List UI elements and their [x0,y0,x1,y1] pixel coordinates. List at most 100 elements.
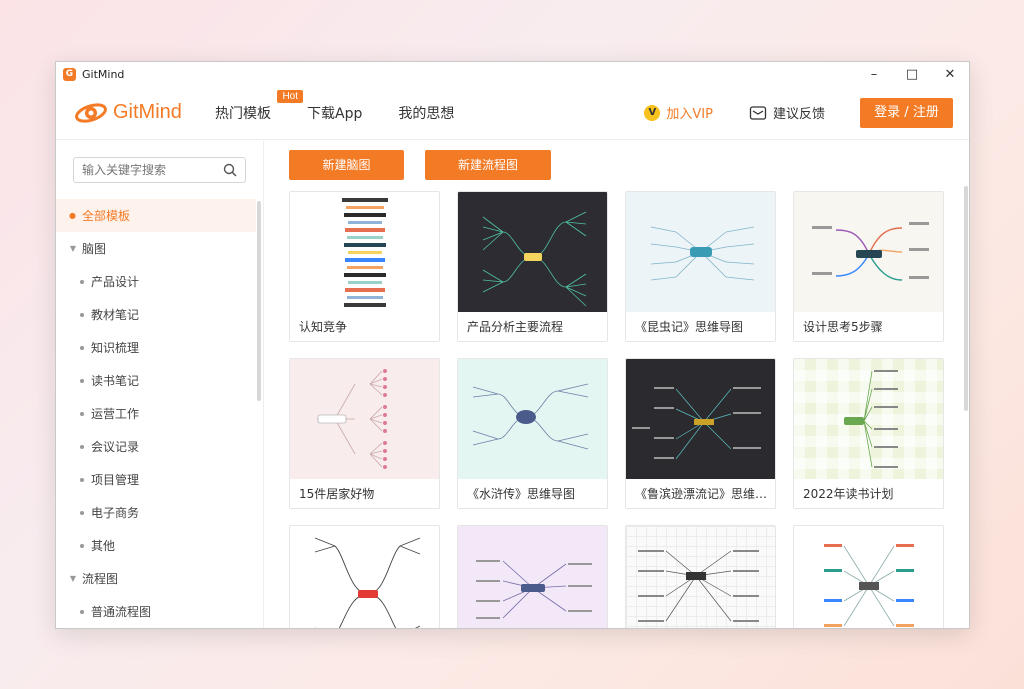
template-thumbnail [626,192,775,312]
search-box[interactable] [73,157,246,183]
sidebar-item-label: 普通流程图 [91,605,152,619]
nav-hot-templates[interactable]: 热门模板 Hot [215,89,303,123]
feedback-icon [749,105,767,120]
template-thumbnail [290,359,439,479]
vip-icon: V [644,104,661,121]
bullet-icon [80,477,84,482]
nav-label: 我的思想 [398,105,455,122]
sidebar-item-reading-notes[interactable]: 读书笔记 [56,364,263,397]
close-button[interactable]: ✕ [931,62,969,86]
sidebar-item-ecommerce[interactable]: 电子商务 [56,496,263,529]
sidebar-item-label: 全部模板 [82,209,131,223]
template-thumbnail [458,192,607,312]
sidebar-item-label: 会议记录 [91,440,140,454]
sidebar-item-label: 运营工作 [91,407,140,421]
template-card[interactable]: 《水浒传》思维导图 [457,358,608,509]
template-card[interactable] [625,525,776,628]
nav-download-app[interactable]: 下载App [307,103,362,123]
new-mindmap-button[interactable]: 新建脑图 [289,150,404,180]
template-gallery: 新建脑图 新建流程图 认知竞争 产品分析主要流程 《昆虫记》思维导图 设计思考5… [264,141,969,628]
sidebar-item-all-templates[interactable]: ● 全部模板 [56,199,256,232]
window-title: GitMind [82,67,125,81]
bullet-icon [80,609,84,614]
title-bar: G GitMind – □ ✕ [56,62,969,86]
sidebar-item-label: 其他 [91,539,116,553]
new-flowchart-button[interactable]: 新建流程图 [425,150,551,180]
sidebar: ● 全部模板 ▼ 脑图 产品设计 教材笔记 知识梳理 [56,141,264,628]
sidebar-item-project-mgmt[interactable]: 项目管理 [56,463,263,496]
template-thumbnail [458,526,607,628]
template-title: 产品分析主要流程 [467,320,564,334]
sidebar-item-label: 脑图 [82,242,107,256]
sidebar-item-basic-flowchart[interactable]: 普通流程图 [56,595,263,628]
bullet-icon [80,378,84,383]
bullet-icon [80,312,84,317]
bullet-icon [80,345,84,350]
nav-label: 下载App [307,105,363,122]
caret-down-icon: ▼ [69,574,76,583]
template-card[interactable]: 产品分析主要流程 [457,191,608,342]
template-thumbnail [290,192,439,312]
template-title: 《昆虫记》思维导图 [635,320,744,334]
sidebar-item-label: 产品设计 [91,275,140,289]
minimize-button[interactable]: – [855,62,893,86]
sidebar-item-label: 流程图 [82,572,119,586]
bullet-icon: ● [69,211,76,220]
template-thumbnail [626,359,775,479]
feedback-label: 建议反馈 [772,107,825,122]
template-title: 15件居家好物 [299,487,375,501]
sidebar-item-label: 电子商务 [91,506,140,520]
sidebar-item-meeting-notes[interactable]: 会议记录 [56,430,263,463]
maximize-button[interactable]: □ [893,62,931,86]
nav-my-thoughts[interactable]: 我的思想 [398,103,454,123]
feedback-link[interactable]: 建议反馈 [749,103,825,122]
sidebar-item-flowchart[interactable]: ▼ 流程图 [56,562,263,595]
template-thumbnail [794,192,943,312]
template-card[interactable]: 设计思考5步骤 [793,191,944,342]
sidebar-scrollbar[interactable] [257,201,261,401]
sidebar-item-label: 知识梳理 [91,341,140,355]
sidebar-item-other[interactable]: 其他 [56,529,263,562]
sidebar-item-mindmap[interactable]: ▼ 脑图 [56,232,263,265]
template-title: 2022年读书计划 [803,487,894,501]
sidebar-item-product-design[interactable]: 产品设计 [56,265,263,298]
join-vip-link[interactable]: V 加入VIP [644,103,713,122]
app-window: G GitMind – □ ✕ GitMind 热门模板 Hot 下载App 我… [55,61,970,629]
app-logo-icon: G [63,67,76,81]
template-thumbnail [794,359,943,479]
template-card[interactable] [793,525,944,628]
template-thumbnail [458,359,607,479]
template-grid: 认知竞争 产品分析主要流程 《昆虫记》思维导图 设计思考5步骤 15件居家好物 … [289,191,969,628]
template-title: 《水浒传》思维导图 [467,487,576,501]
login-register-button[interactable]: 登录 / 注册 [860,97,953,128]
bullet-icon [80,543,84,548]
template-thumbnail [626,526,775,628]
nav-label: 热门模板 [215,105,271,122]
template-card[interactable]: 2022年读书计划 [793,358,944,509]
vip-label: 加入VIP [666,107,713,122]
bullet-icon [80,510,84,515]
template-title: 设计思考5步骤 [803,320,883,334]
template-card[interactable]: 《鲁滨逊漂流记》思维导图 [625,358,776,509]
search-icon[interactable] [223,163,237,177]
sidebar-item-label: 教材笔记 [91,308,140,322]
template-card[interactable]: 认知竞争 [289,191,440,342]
gallery-scrollbar[interactable] [964,186,968,411]
sidebar-item-operations[interactable]: 运营工作 [56,397,263,430]
sidebar-item-label: 读书笔记 [91,374,140,388]
sidebar-item-textbook-notes[interactable]: 教材笔记 [56,298,263,331]
template-title: 《鲁滨逊漂流记》思维导图 [635,487,775,501]
template-card[interactable]: 《昆虫记》思维导图 [625,191,776,342]
hot-badge: Hot [277,89,303,103]
template-card[interactable] [457,525,608,628]
template-card[interactable] [289,525,440,628]
search-input[interactable] [82,163,212,177]
template-thumbnail [290,526,439,628]
brand[interactable]: GitMind [73,99,213,127]
template-thumbnail [794,526,943,628]
sidebar-item-knowledge[interactable]: 知识梳理 [56,331,263,364]
gitmind-logo-icon [75,102,107,123]
template-card[interactable]: 15件居家好物 [289,358,440,509]
main-nav: 热门模板 Hot 下载App 我的思想 [215,89,490,123]
header: GitMind 热门模板 Hot 下载App 我的思想 V 加入VIP 建议反馈… [56,86,969,140]
